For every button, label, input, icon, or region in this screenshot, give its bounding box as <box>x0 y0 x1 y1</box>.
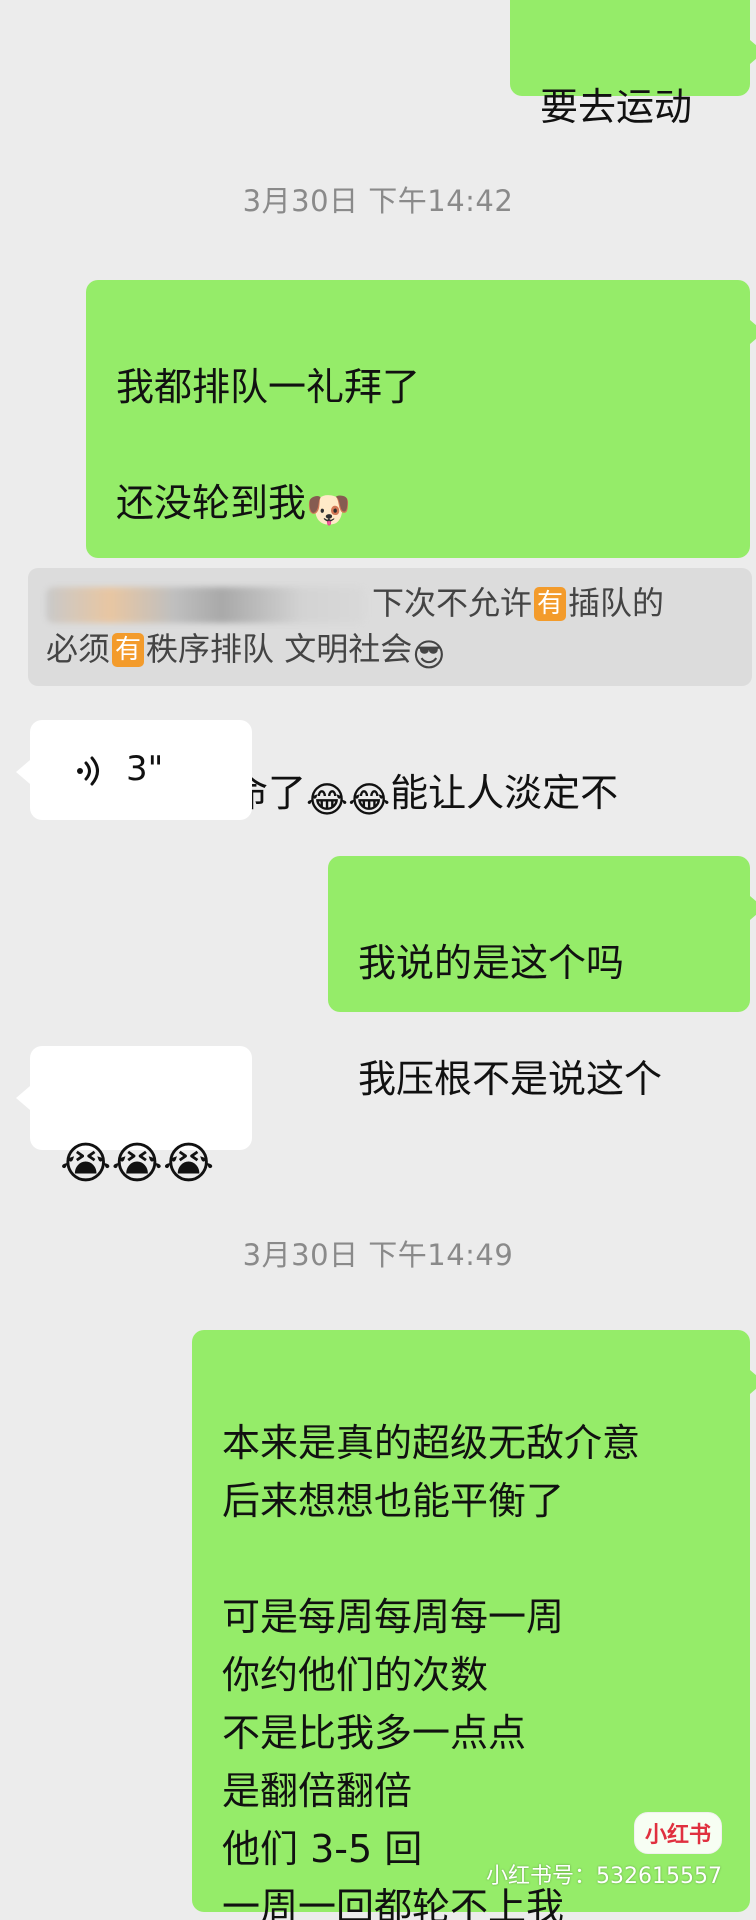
tears-of-joy-emoji-icon: 😂 <box>306 780 349 821</box>
message-line: 我压根不是说这个 <box>358 1057 663 1101</box>
xiaohongshu-logo: 小红书 <box>633 1812 722 1854</box>
timestamp: 3月30日 下午14:49 <box>242 1238 514 1272</box>
voice-duration: 3" <box>126 749 164 789</box>
crying-emoji-icon: 😭 <box>162 1138 215 1189</box>
voice-wave-icon <box>77 756 99 786</box>
voice-message-bubble[interactable]: 3" <box>16 720 252 820</box>
you-badge-icon: 有 <box>534 587 567 621</box>
blurred-sender-name <box>46 587 366 623</box>
incoming-message-bubble[interactable]: 😭😭😭 <box>16 1046 252 1186</box>
xiaohongshu-id: 小红书号：532615557 <box>486 1864 722 1889</box>
sunglasses-emoji-icon: 😎 <box>412 636 446 674</box>
timestamp: 3月30日 下午14:42 <box>242 184 514 218</box>
emoji-row: 😭😭😭 <box>60 1130 222 1188</box>
doge-emoji-icon: 🐶 <box>306 490 351 531</box>
message-line: 我都排队一礼拜了 <box>116 365 421 409</box>
message-line: 我说的是这个吗 <box>358 941 625 985</box>
quote-line: 下次不允许有插队的 <box>46 580 734 626</box>
crying-emoji-icon: 😭 <box>60 1138 112 1189</box>
tears-of-joy-emoji-icon: 😂 <box>348 780 391 821</box>
xiaohongshu-watermark: 小红书 小红书号：532615557 <box>486 1812 722 1890</box>
message-text: 要去运动 <box>540 85 693 129</box>
crying-emoji-icon: 😭 <box>111 1138 163 1189</box>
quoted-message[interactable]: 下次不允许有插队的 必须有秩序排队 文明社会😎 <box>28 568 752 686</box>
you-badge-icon: 有 <box>112 633 145 667</box>
outgoing-message-bubble[interactable]: 要去运动 <box>510 0 756 129</box>
quote-line: 必须有秩序排队 文明社会😎 <box>46 630 446 674</box>
outgoing-message-bubble[interactable]: 我说的是这个吗 我压根不是说这个 <box>328 856 756 1101</box>
outgoing-message-bubble[interactable]: 我都排队一礼拜了 还没轮到我🐶 谁不要命了😂😂能让人淡定不 <box>86 280 756 821</box>
message-line: 还没轮到我🐶 <box>116 481 351 531</box>
